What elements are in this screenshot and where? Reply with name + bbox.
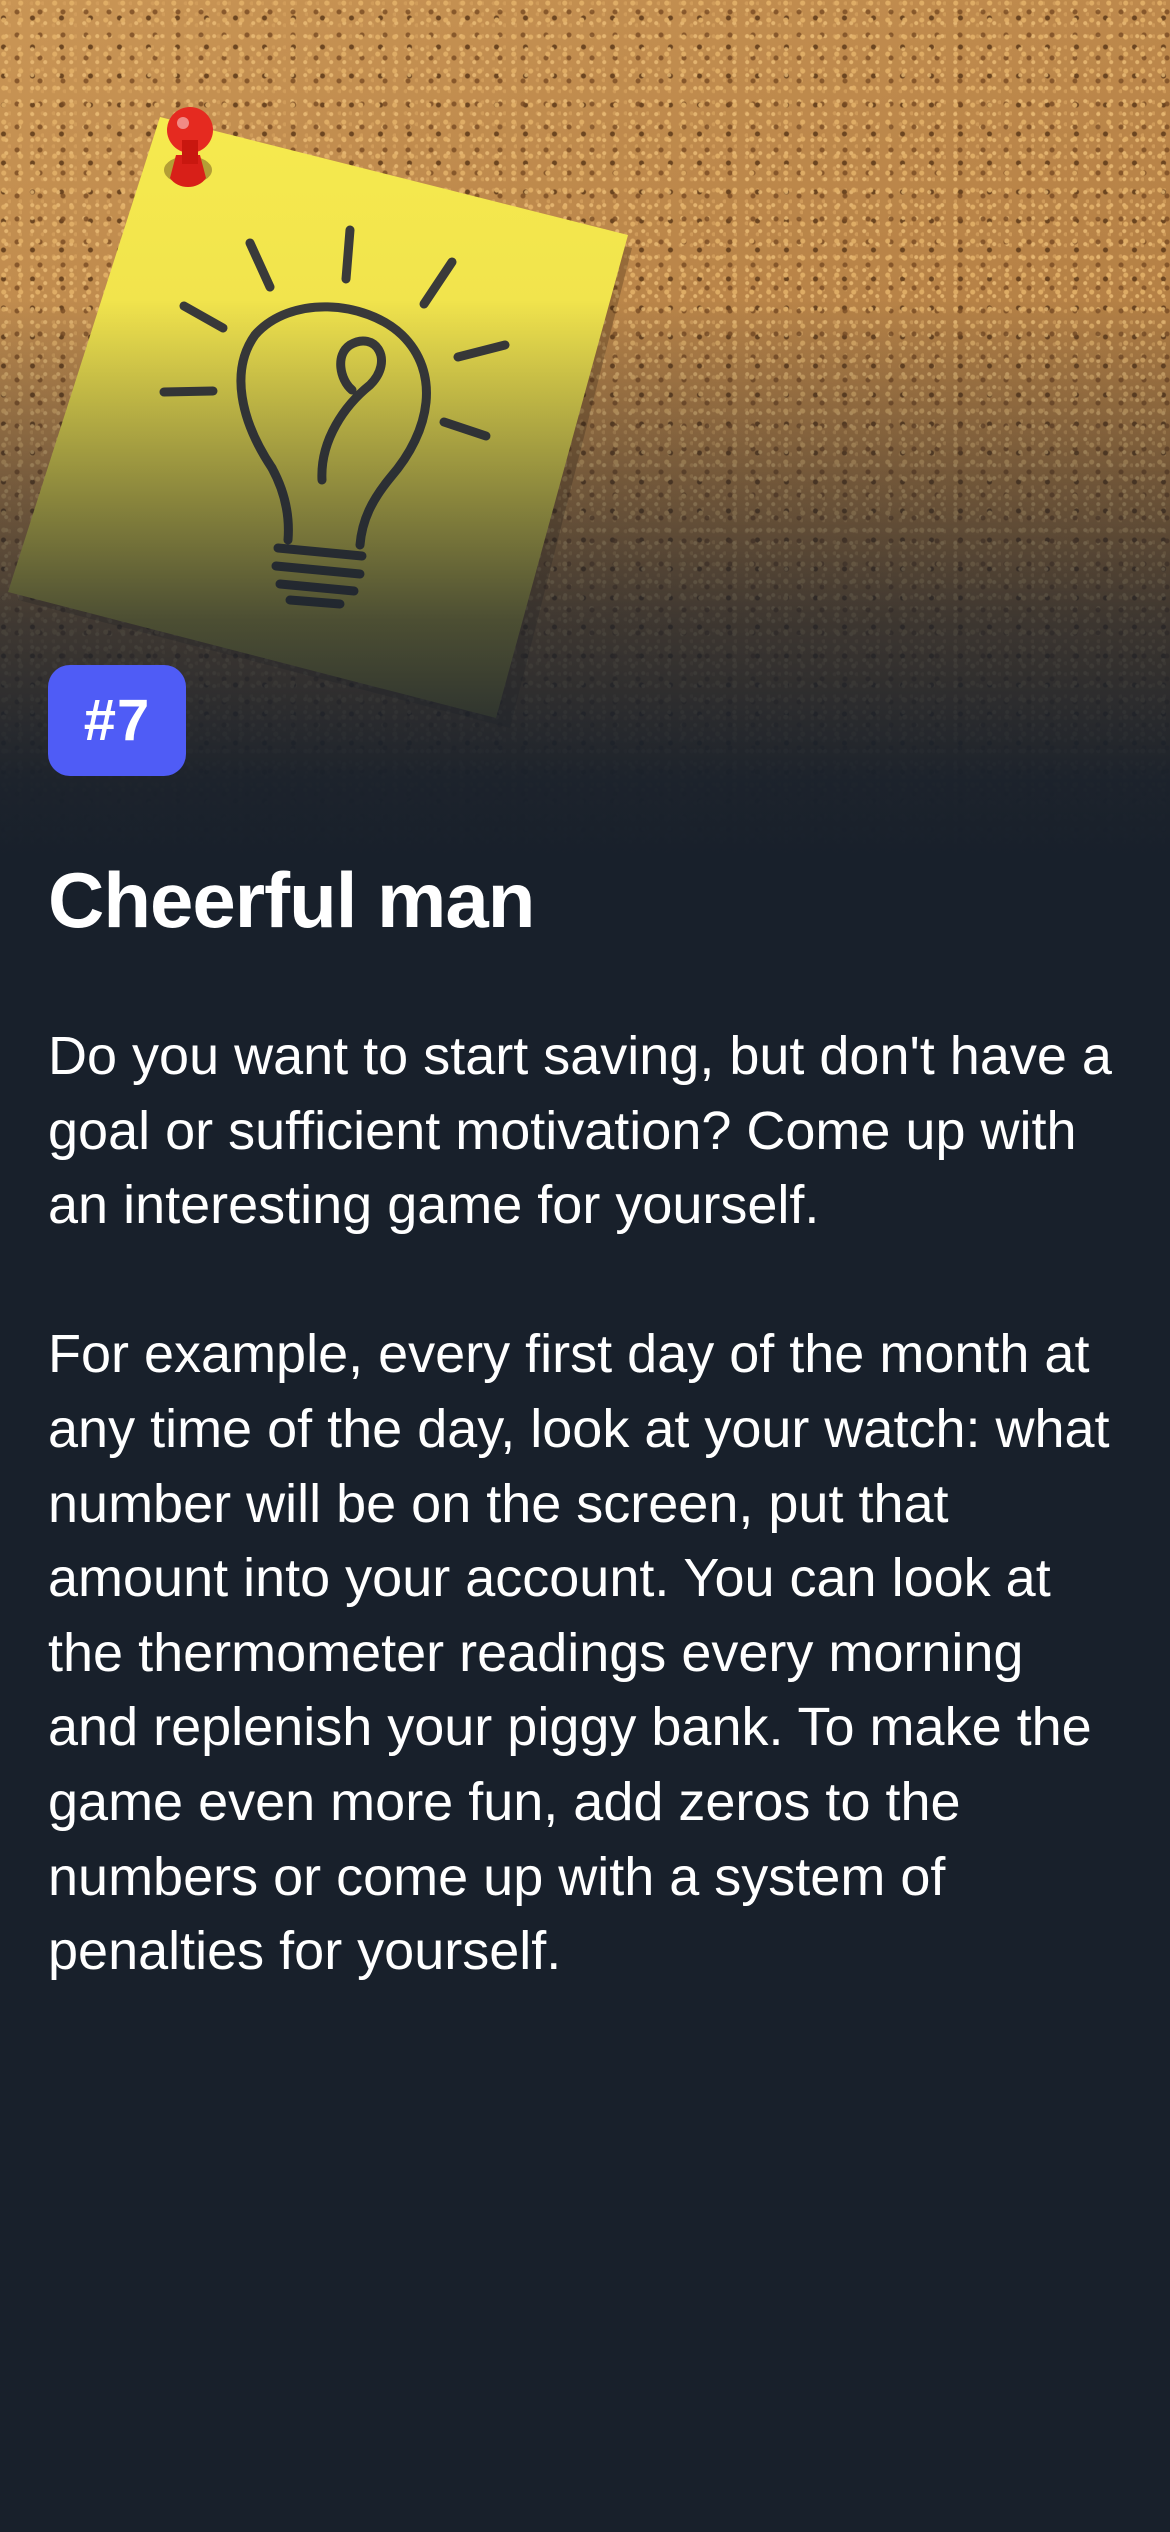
- tip-paragraph: For example, every first day of the mont…: [48, 1324, 1110, 1982]
- tip-number-badge: #7: [48, 665, 186, 776]
- tip-title: Cheerful man: [48, 856, 535, 944]
- tip-paragraph: Do you want to start saving, but don't h…: [48, 1026, 1112, 1236]
- tip-body: Do you want to start saving, but don't h…: [48, 1019, 1128, 1989]
